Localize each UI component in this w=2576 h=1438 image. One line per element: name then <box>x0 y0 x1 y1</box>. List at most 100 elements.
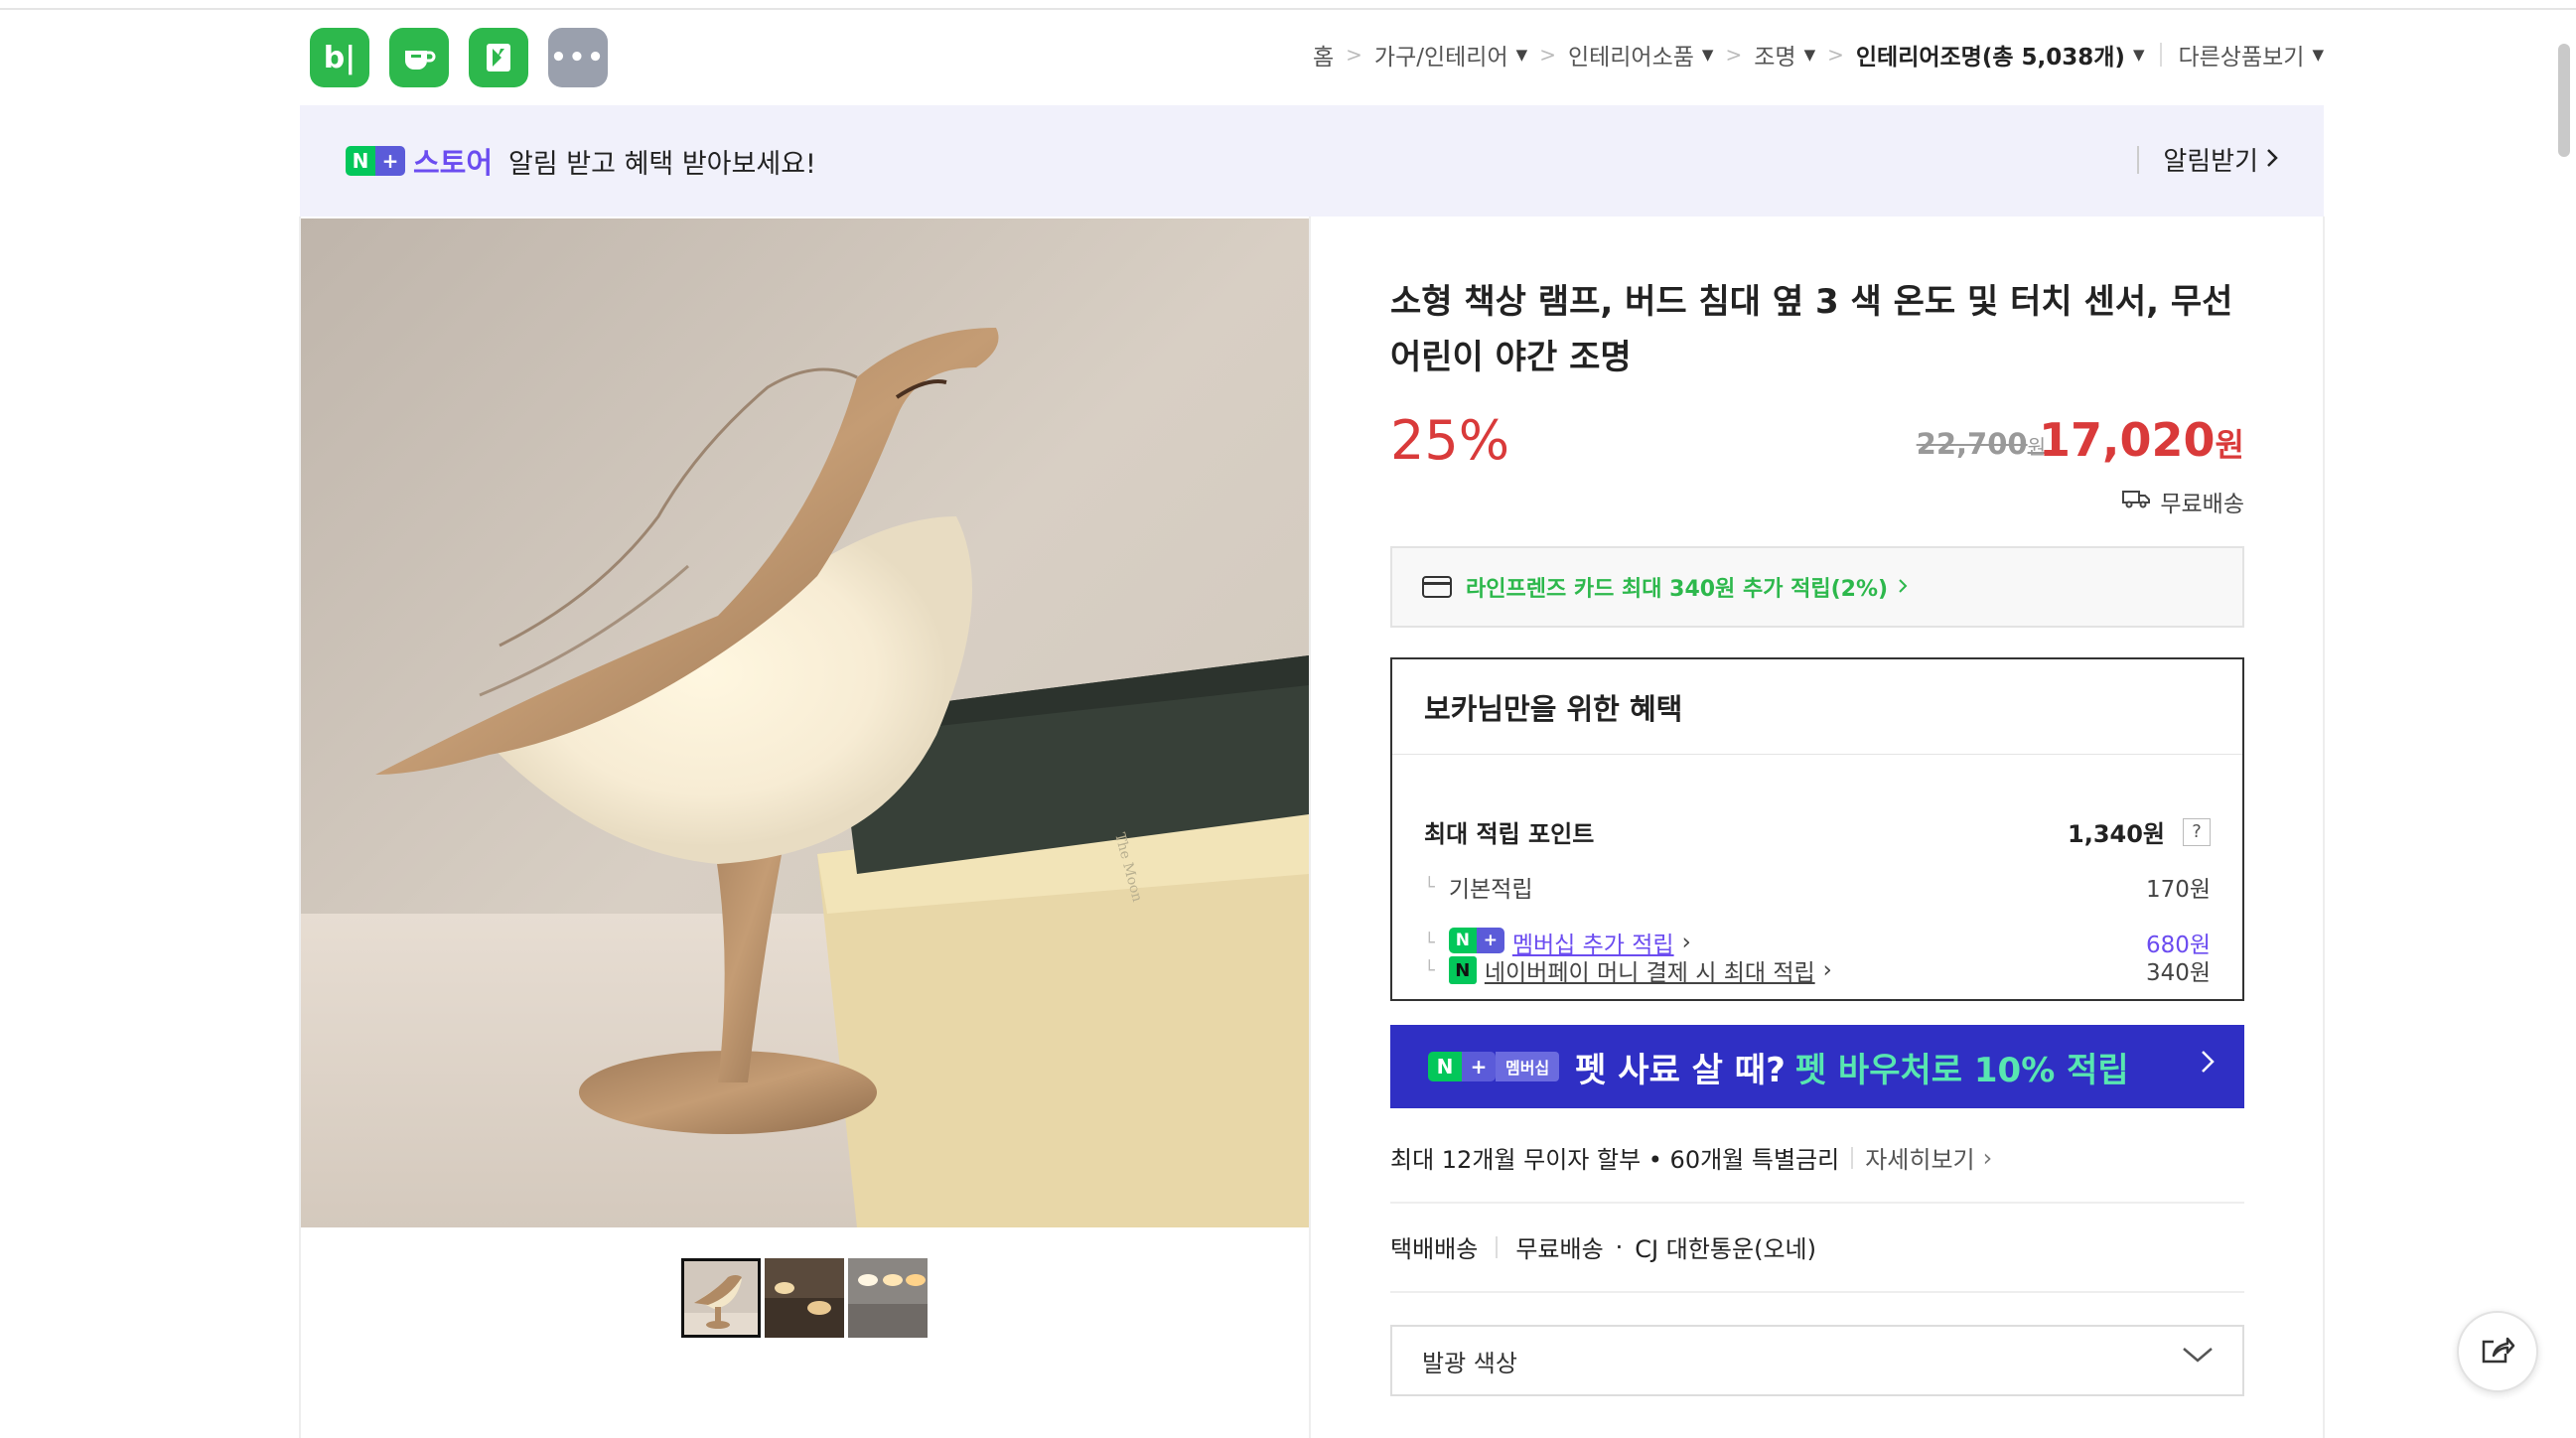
product-main-image[interactable]: The Moon <box>301 218 1309 1227</box>
installment-info: 최대 12개월 무이자 할부 • 60개월 특별금리 자세히보기 › <box>1390 1140 2244 1175</box>
npay-points-link[interactable]: 네이버페이 머니 결제 시 최대 적립 <box>1485 953 1815 987</box>
card-offer-text: 라인프렌즈 카드 최대 340원 추가 적립(2%) <box>1466 577 1889 602</box>
npay-points-value: 340원 <box>2145 960 2211 986</box>
share-icon <box>2480 1334 2515 1369</box>
alarm-label: 알림받기 <box>2163 147 2258 177</box>
shipping-label: 무료배송 <box>2160 492 2244 517</box>
divider <box>2160 43 2163 67</box>
max-points-value: 1,340원 <box>2068 820 2165 848</box>
credit-card-icon <box>1422 576 1452 598</box>
breadcrumb-home[interactable]: 홈 <box>1313 38 1334 72</box>
help-button[interactable]: ? <box>2183 817 2211 846</box>
n-badge: N <box>1448 928 1477 953</box>
blog-icon[interactable]: b| <box>310 28 369 87</box>
browser-top-edge <box>0 0 2576 10</box>
benefit-title: 보카님만을 위한 혜택 <box>1392 659 2242 755</box>
caret-down-icon[interactable]: ▼ <box>1804 46 1816 64</box>
discount-rate: 25% <box>1390 409 1510 472</box>
divider <box>1496 1235 1499 1258</box>
card-offer-button[interactable]: 라인프렌즈 카드 최대 340원 추가 적립(2%) <box>1390 546 2244 628</box>
scrollbar-thumb[interactable] <box>2558 44 2570 157</box>
basic-points-value: 170원 <box>2145 877 2211 903</box>
chevron-right-icon <box>1898 575 1908 600</box>
basic-points-label: 기본적립 <box>1448 877 1533 903</box>
service-app-icons: b| ••• <box>310 28 608 87</box>
original-price: 22,700원 <box>1917 427 2046 461</box>
breadcrumb-separator-icon: > <box>1827 43 1844 67</box>
original-price-value: 22,700 <box>1916 427 2028 461</box>
select-placeholder: 발광 색상 <box>1422 1349 1517 1377</box>
breadcrumb-current[interactable]: 인테리어조명(총 5,038개) <box>1856 38 2125 72</box>
basic-points-row: └ 기본적립 170원 <box>1424 870 2211 904</box>
thumbnail-1[interactable] <box>681 1258 761 1338</box>
membership-tag: 멤버십 <box>1496 1052 1560 1081</box>
delivery-fee: 무료배송 <box>1515 1235 1604 1263</box>
store-alarm-banner: N + 스토어 알림 받고 혜택 받아보세요! 알림받기 <box>300 105 2324 216</box>
breadcrumb-interior-goods[interactable]: 인테리어소품 <box>1568 38 1694 72</box>
plus-badge: + <box>1462 1052 1496 1081</box>
chevron-right-icon <box>2201 1047 2215 1081</box>
plus-badge: + <box>1476 928 1504 953</box>
more-icon[interactable]: ••• <box>548 28 608 87</box>
pet-voucher-promo-banner[interactable]: N + 멤버십 펫 사료 살 때? 펫 바우처로 10% 적립 <box>1390 1025 2244 1108</box>
delivery-info: 택배배송 무료배송 · CJ 대한통운(오네) <box>1390 1229 1816 1264</box>
sale-price: 17,020원 <box>2039 413 2244 467</box>
breadcrumb-lighting[interactable]: 조명 <box>1754 38 1795 72</box>
column-divider <box>1309 216 1311 1438</box>
divider <box>2137 145 2140 174</box>
max-points-label: 최대 적립 포인트 <box>1424 820 1595 848</box>
plus-badge: + <box>375 146 405 176</box>
divider <box>1390 1291 2244 1293</box>
promo-text-2: 펫 바우처로 10% 적립 <box>1794 1050 2129 1090</box>
chevron-right-icon: › <box>1822 957 1832 983</box>
tree-branch-icon: └ <box>1424 932 1435 953</box>
tree-branch-icon: └ <box>1424 876 1435 898</box>
caret-down-icon[interactable]: ▼ <box>1702 46 1714 64</box>
tree-branch-icon: └ <box>1424 959 1435 981</box>
caret-down-icon[interactable]: ▼ <box>1516 46 1528 64</box>
chevron-down-icon <box>2181 1343 2215 1370</box>
chevron-right-icon: › <box>1681 930 1691 955</box>
promo-text-1: 펫 사료 살 때? <box>1575 1050 1786 1090</box>
thumbnail-strip <box>681 1258 928 1338</box>
courier-name: CJ 대한통운(오네) <box>1635 1235 1816 1263</box>
sale-price-unit: 원 <box>2215 426 2244 464</box>
store-label: 스토어 <box>413 146 494 180</box>
product-title: 소형 책상 램프, 버드 침대 옆 3 색 온도 및 터치 센서, 무선 어린이… <box>1390 282 2233 377</box>
breadcrumb-furniture[interactable]: 가구/인테리어 <box>1374 38 1508 72</box>
breadcrumb-separator-icon: > <box>1346 43 1362 67</box>
other-products-link[interactable]: 다른상품보기 <box>2178 38 2304 72</box>
share-button[interactable] <box>2457 1311 2538 1392</box>
sale-price-value: 17,020 <box>2039 413 2216 467</box>
naver-plus-badge: N + <box>1428 1052 1496 1081</box>
alarm-button[interactable]: 알림받기 <box>2137 141 2278 178</box>
delivery-type: 택배배송 <box>1390 1235 1479 1263</box>
chevron-right-icon: › <box>1982 1143 1993 1172</box>
installment-detail-link[interactable]: 자세히보기 <box>1865 1140 1974 1175</box>
divider <box>1851 1146 1854 1169</box>
n-badge: N <box>346 146 375 176</box>
caret-down-icon[interactable]: ▼ <box>2133 46 2145 64</box>
truck-icon <box>2122 489 2151 514</box>
divider <box>1390 1202 2244 1204</box>
bookmark-icon[interactable] <box>469 28 528 87</box>
installment-text: 최대 12개월 무이자 할부 • 60개월 특별금리 <box>1390 1146 1840 1174</box>
cafe-icon[interactable] <box>389 28 449 87</box>
n-badge: N <box>1428 1052 1462 1081</box>
npay-points-row: └ N 네이버페이 머니 결제 시 최대 적립 › 340원 <box>1424 953 2211 987</box>
max-points-row: 최대 적립 포인트 1,340원? <box>1424 814 2211 849</box>
banner-message: 알림 받고 혜택 받아보세요! <box>508 148 816 180</box>
thumbnail-3[interactable] <box>848 1258 928 1338</box>
light-color-select[interactable]: 발광 색상 <box>1390 1325 2244 1396</box>
naver-pay-icon: N <box>1448 956 1477 984</box>
breadcrumb: 홈 > 가구/인테리어 ▼ > 인테리어소품 ▼ > 조명 ▼ > 인테리어조명(총 … <box>1313 38 2324 72</box>
caret-down-icon[interactable]: ▼ <box>2312 46 2324 64</box>
chevron-right-icon <box>2266 145 2278 175</box>
breadcrumb-separator-icon: > <box>1725 43 1743 67</box>
dot-separator: · <box>1615 1232 1624 1261</box>
naver-plus-badge: N + <box>346 146 405 176</box>
thumbnail-2[interactable] <box>765 1258 844 1338</box>
breadcrumb-separator-icon: > <box>1539 43 1556 67</box>
member-benefit-box: 보카님만을 위한 혜택 최대 적립 포인트 1,340원? └ 기본적립 170원… <box>1390 657 2244 1001</box>
shipping-info: 무료배송 <box>2122 485 2244 518</box>
